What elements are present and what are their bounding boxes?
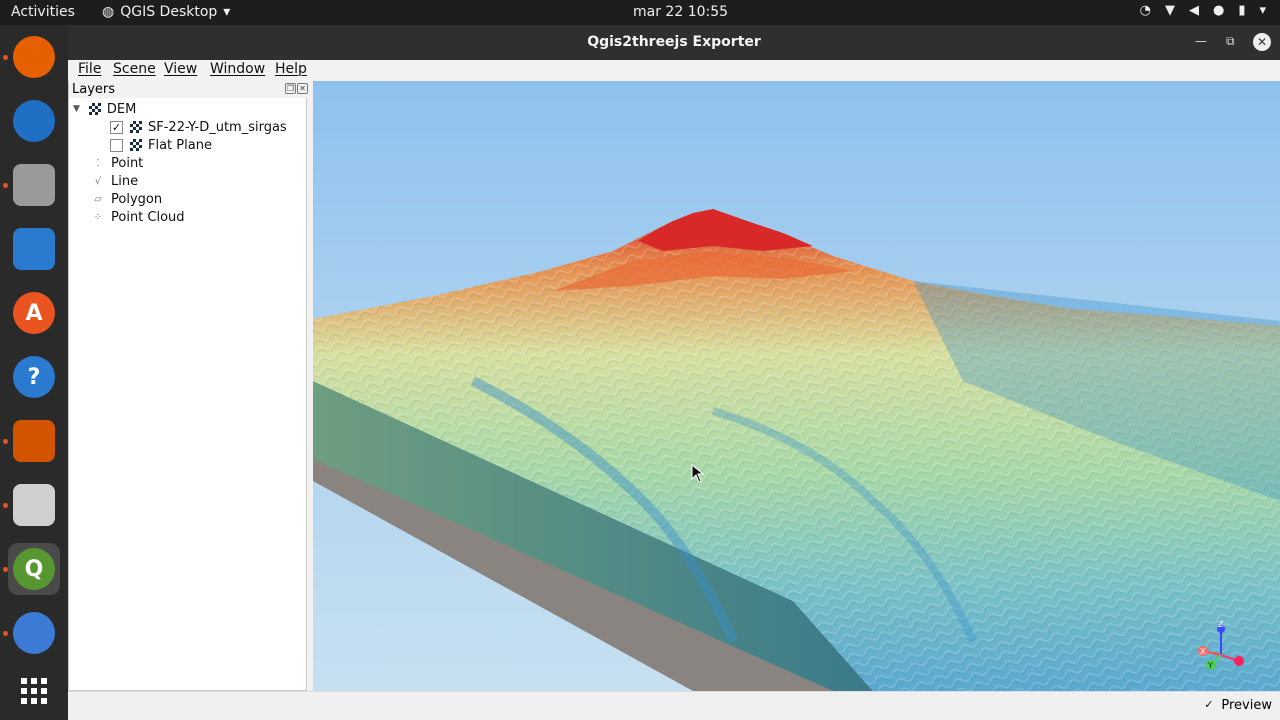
terrain-peak [638,209,813,251]
running-indicator [3,439,8,444]
layers-panel-title: Layers [72,82,116,97]
qgis-icon: Q [13,548,55,590]
writer-icon [13,228,55,270]
line-layer-icon: √ [94,175,102,187]
layer-label: Flat Plane [148,137,212,153]
app-menu[interactable]: ◍ QGIS Desktop ▾ [102,4,230,20]
x-axis-label: X [1200,647,1206,656]
impress-icon [13,420,55,462]
float-panel-icon[interactable]: ❐ [285,83,296,94]
maximize-icon[interactable]: ⧉ [1226,34,1235,49]
tree-group-polygon[interactable]: ▱ Polygon [91,190,162,208]
tree-group-point[interactable]: ⁚ Point [91,154,143,172]
qgis2threejs-window: Qgis2threejs Exporter — ⧉ ✕ File Scene V… [68,25,1280,720]
menu-scene[interactable]: Scene [113,61,156,77]
running-indicator [3,567,8,572]
dock-item[interactable] [8,665,60,717]
layer-label: SF-22-Y-D_utm_sirgas [148,119,287,135]
dock-item[interactable] [8,479,60,531]
tree-item-layer[interactable]: Flat Plane [110,136,212,154]
layer-checkbox[interactable] [110,138,123,152]
menu-bar: File Scene View Window Help [68,60,1280,81]
z-axis-label: Z [1218,621,1224,629]
layers-panel: Layers ❐ ✕ ▼ DEM ✓ SF-22-Y-D_utm_sirgas … [68,81,308,691]
group-label: Point Cloud [111,209,185,225]
point-cloud-layer-icon: ⁘ [93,211,103,223]
show-apps-icon [13,670,55,712]
files-icon [13,164,55,206]
tree-group-point-cloud[interactable]: ⁘ Point Cloud [91,208,185,226]
raster-layer-icon [88,103,101,115]
raster-layer-icon [130,139,142,151]
expand-arrow-icon[interactable]: ▼ [73,104,80,114]
title-bar[interactable]: Qgis2threejs Exporter — ⧉ ✕ [68,25,1280,60]
window-title: Qgis2threejs Exporter [587,34,761,50]
group-label: Point [111,155,144,171]
point-layer-icon: ⁚ [96,157,100,169]
tree-item-layer[interactable]: ✓ SF-22-Y-D_utm_sirgas [110,118,287,136]
system-tray[interactable]: ◔ ▼ ◀ ● ▮ ▾ [1140,3,1266,18]
menu-window[interactable]: Window [210,61,265,77]
mouse-cursor-icon [691,464,705,483]
app-menu-label: QGIS Desktop [120,4,218,20]
dock-item[interactable]: Q [8,543,60,595]
microphone-icon[interactable]: ● [1213,3,1224,18]
help-icon: ? [13,356,55,398]
clock[interactable]: mar 22 10:55 [633,4,728,20]
polygon-layer-icon: ▱ [94,193,102,205]
y-axis-label: Y [1207,661,1213,670]
preview-checkbox[interactable]: ✓ [1202,699,1215,712]
running-indicator [3,55,8,60]
menu-view[interactable]: View [164,61,197,77]
preview-label: Preview [1221,698,1272,713]
thunderbird-icon [13,100,55,142]
software-center-icon: A [13,292,55,334]
menu-help[interactable]: Help [275,61,307,77]
dock: A? Q [0,25,68,720]
dock-item[interactable]: A [8,287,60,339]
firefox-icon [13,36,55,78]
close-panel-icon[interactable]: ✕ [297,83,308,94]
dem-label: DEM [106,101,137,117]
layer-checkbox[interactable]: ✓ [110,120,123,134]
axes-helper: Z X Y [1198,621,1244,670]
status-bar: ✓ Preview [68,691,1280,720]
system-top-bar: Activities ◍ QGIS Desktop ▾ mar 22 10:55… [0,0,1280,25]
close-icon[interactable]: ✕ [1253,33,1271,51]
dock-item[interactable]: ? [8,351,60,403]
dock-item[interactable] [8,31,60,83]
raster-layer-icon [130,121,142,133]
dock-item[interactable] [8,607,60,659]
layers-panel-header: Layers ❐ ✕ [69,81,308,98]
qgis-small-icon: ◍ [102,4,115,20]
chrome-indicator-icon[interactable]: ◔ [1140,3,1151,18]
running-indicator [3,503,8,508]
terrain-render [313,209,1280,691]
document-viewer-icon [13,484,55,526]
tree-group-line[interactable]: √ Line [91,172,138,190]
volume-icon[interactable]: ◀ [1189,3,1199,18]
activities-button[interactable]: Activities [11,4,75,20]
dock-item[interactable] [8,223,60,275]
preview-toggle[interactable]: ✓ Preview [1202,698,1272,713]
power-menu-icon[interactable]: ▾ [1259,3,1266,18]
group-label: Polygon [111,191,163,207]
dock-item[interactable] [8,95,60,147]
tree-group-dem[interactable]: ▼ DEM [73,100,136,118]
chevron-down-icon: ▾ [223,4,231,20]
dock-item[interactable] [8,159,60,211]
running-indicator [3,183,8,188]
running-indicator [3,631,8,636]
minimize-icon[interactable]: — [1195,34,1207,48]
battery-icon[interactable]: ▮ [1238,3,1245,18]
menu-file[interactable]: File [78,61,101,77]
dock-item[interactable] [8,415,60,467]
group-label: Line [111,173,139,189]
wifi-icon[interactable]: ▼ [1165,3,1175,18]
chromium-icon [13,612,55,654]
3d-preview-canvas[interactable]: Z X Y [313,81,1280,691]
